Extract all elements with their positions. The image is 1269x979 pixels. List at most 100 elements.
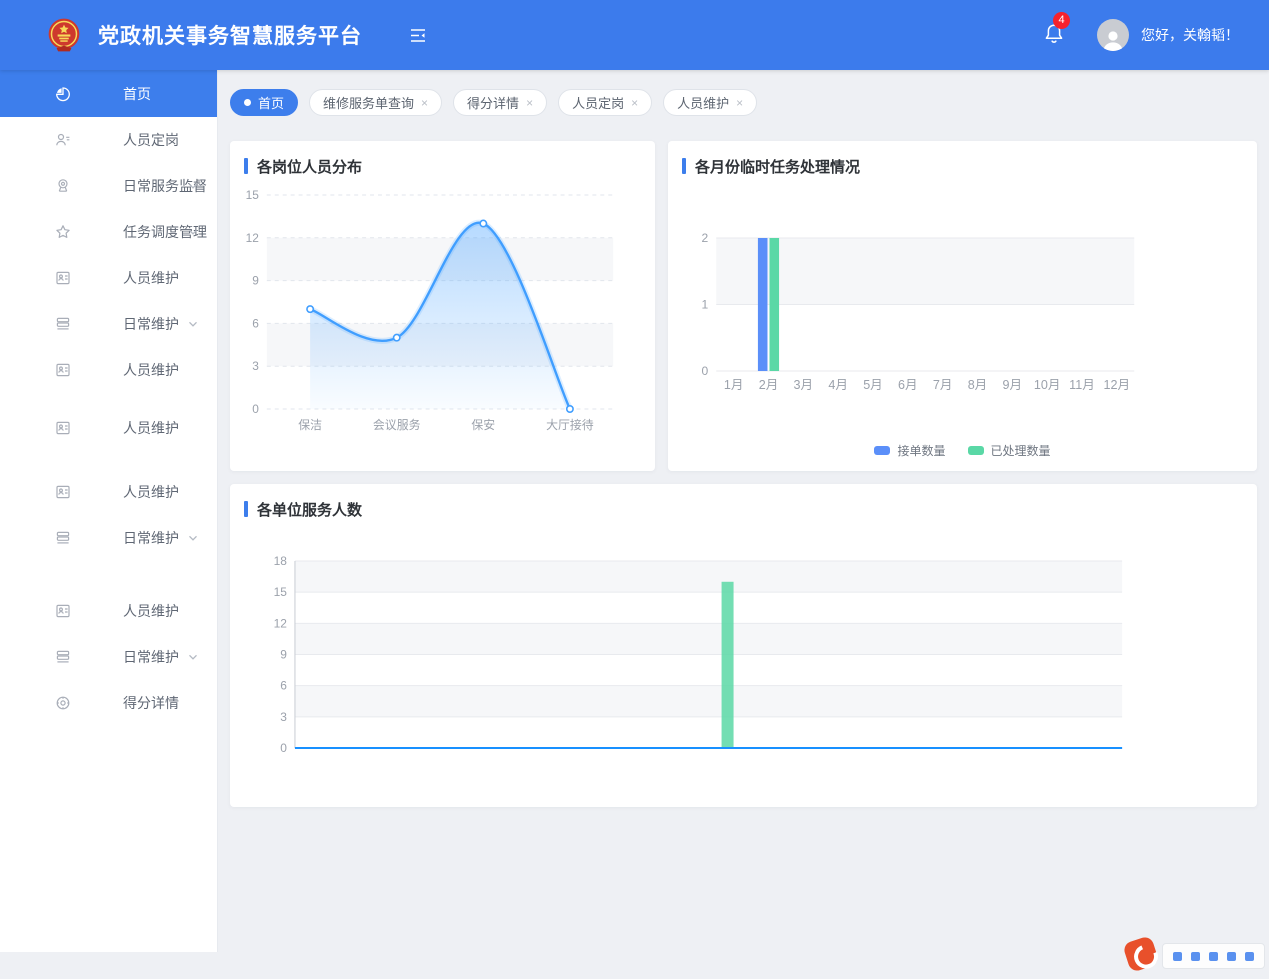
bar-chart-monthly-tasks[interactable]: 0121月2月3月4月5月6月7月8月9月10月11月12月 (682, 177, 1243, 412)
user-silhouette-icon (1101, 29, 1125, 51)
svg-text:11月: 11月 (1069, 378, 1095, 392)
sidebar: 首页人员定岗日常服务监督任务调度管理人员维护日常维护人员维护人员维护人员维护日常… (0, 70, 218, 952)
sidebar-item-label: 首页 (123, 84, 151, 104)
legend-label: 接单数量 (897, 442, 945, 459)
corner-tool-icon[interactable] (1245, 952, 1254, 961)
corner-logo-icon[interactable] (1122, 935, 1160, 973)
svg-text:0: 0 (252, 402, 259, 416)
sidebar-item-label: 得分详情 (123, 693, 179, 713)
tab-3[interactable]: 人员定岗 × (558, 89, 652, 116)
svg-text:3: 3 (280, 710, 287, 724)
chevron-down-icon (187, 180, 199, 192)
card-title: 各岗位人员分布 (244, 155, 641, 177)
corner-tool-icon[interactable] (1173, 952, 1182, 961)
main-content: 首页维修服务单查询×得分详情×人员定岗×人员维护× 各岗位人员分布 036912… (218, 70, 1269, 952)
sidebar-item-5[interactable]: 日常维护 (0, 301, 217, 347)
corner-tool-icon[interactable] (1227, 952, 1236, 961)
svg-text:3月: 3月 (794, 378, 814, 392)
sidebar-item-0[interactable]: 首页 (0, 70, 217, 117)
svg-text:大厅接待: 大厅接待 (546, 417, 594, 432)
svg-text:6: 6 (252, 316, 259, 330)
sidebar-item-9[interactable]: 日常维护 (0, 515, 217, 561)
legend-item-1[interactable]: 已处理数量 (968, 442, 1051, 459)
svg-text:18: 18 (274, 554, 288, 568)
card-position-distribution: 各岗位人员分布 03691215保洁会议服务保安大厅接待 (230, 141, 655, 471)
star-icon (55, 224, 72, 241)
national-emblem-logo (46, 17, 82, 53)
list-icon (55, 530, 72, 547)
sidebar-item-label: 人员维护 (123, 601, 179, 621)
sidebar-item-6[interactable]: 人员维护 (0, 347, 217, 393)
sidebar-item-label: 日常维护 (123, 314, 179, 334)
medal-icon (55, 695, 72, 712)
card-unit-service-count: 各单位服务人数 0369121518 (230, 484, 1257, 807)
tab-label: 人员维护 (677, 93, 729, 112)
svg-text:15: 15 (274, 585, 288, 599)
svg-text:9: 9 (252, 274, 259, 288)
sidebar-menu: 首页人员定岗日常服务监督任务调度管理人员维护日常维护人员维护人员维护人员维护日常… (0, 70, 217, 726)
tab-label: 首页 (258, 93, 284, 112)
tab-4[interactable]: 人员维护 × (663, 89, 757, 116)
sidebar-item-11[interactable]: 人员维护 (0, 588, 217, 634)
user-icon (55, 132, 72, 149)
idcard-icon (55, 362, 72, 379)
corner-overlay (1126, 937, 1265, 952)
tab-bar: 首页 维修服务单查询× 得分详情 × 人员定岗 × 人员维护 × (230, 89, 1257, 116)
legend-swatch (874, 446, 890, 455)
bar-chart-unit-service[interactable]: 0369121518 (244, 546, 1243, 776)
corner-tool-icon[interactable] (1209, 952, 1218, 961)
sidebar-item-label: 人员维护 (123, 360, 179, 380)
card-title: 各单位服务人数 (244, 498, 1243, 520)
greeting-text: 您好，关翰韬！ (1141, 25, 1239, 45)
chevron-down-icon (187, 651, 199, 663)
tab-1[interactable]: 维修服务单查询× (309, 89, 442, 116)
tab-label: 人员定岗 (572, 93, 624, 112)
sidebar-item-7[interactable]: 人员维护 (0, 405, 217, 451)
dashboard-icon (55, 85, 72, 102)
corner-tool-icon[interactable] (1191, 952, 1200, 961)
svg-text:12: 12 (274, 616, 288, 630)
list-icon (55, 649, 72, 666)
svg-text:0: 0 (280, 741, 287, 755)
title-accent-bar (244, 158, 248, 174)
svg-text:9月: 9月 (1003, 378, 1023, 392)
svg-text:保洁: 保洁 (298, 418, 322, 432)
monitor-icon (55, 178, 72, 195)
close-tab-icon[interactable]: × (736, 97, 743, 109)
sidebar-item-3[interactable]: 任务调度管理 (0, 209, 217, 255)
svg-text:6: 6 (280, 679, 287, 693)
sidebar-item-label: 日常维护 (123, 528, 179, 548)
close-tab-icon[interactable]: × (421, 97, 428, 109)
svg-text:10月: 10月 (1034, 378, 1061, 392)
svg-text:1月: 1月 (724, 378, 744, 392)
sidebar-item-4[interactable]: 人员维护 (0, 255, 217, 301)
avatar[interactable] (1097, 19, 1129, 51)
close-tab-icon[interactable]: × (526, 97, 533, 109)
corner-toolbar[interactable] (1162, 943, 1265, 969)
sidebar-item-1[interactable]: 人员定岗 (0, 117, 217, 163)
menu-collapse-button[interactable] (410, 28, 426, 43)
close-tab-icon[interactable]: × (631, 97, 638, 109)
tab-2[interactable]: 得分详情 × (453, 89, 547, 116)
svg-text:1: 1 (701, 298, 708, 312)
sidebar-item-2[interactable]: 日常服务监督 (0, 163, 217, 209)
sidebar-item-label: 人员维护 (123, 482, 179, 502)
tab-0[interactable]: 首页 (230, 89, 298, 116)
chevron-down-icon (187, 226, 199, 238)
sidebar-item-13[interactable]: 得分详情 (0, 680, 217, 726)
line-chart-positions[interactable]: 03691215保洁会议服务保安大厅接待 (244, 177, 641, 462)
sidebar-item-10[interactable]: 人员维护 (0, 576, 217, 588)
svg-text:12月: 12月 (1104, 378, 1131, 392)
chevron-down-icon (187, 532, 199, 544)
svg-text:2月: 2月 (759, 378, 779, 392)
notifications-button[interactable]: 4 (1043, 21, 1065, 50)
title-accent-bar (244, 501, 248, 517)
svg-text:6月: 6月 (898, 378, 918, 392)
header-right: 4 您好，关翰韬！ (1043, 19, 1239, 51)
sidebar-item-8[interactable]: 人员维护 (0, 469, 217, 515)
tab-label: 得分详情 (467, 93, 519, 112)
chart-legend: 接单数量 已处理数量 (682, 442, 1243, 459)
legend-item-0[interactable]: 接单数量 (874, 442, 945, 459)
svg-text:7月: 7月 (933, 378, 953, 392)
sidebar-item-12[interactable]: 日常维护 (0, 634, 217, 680)
